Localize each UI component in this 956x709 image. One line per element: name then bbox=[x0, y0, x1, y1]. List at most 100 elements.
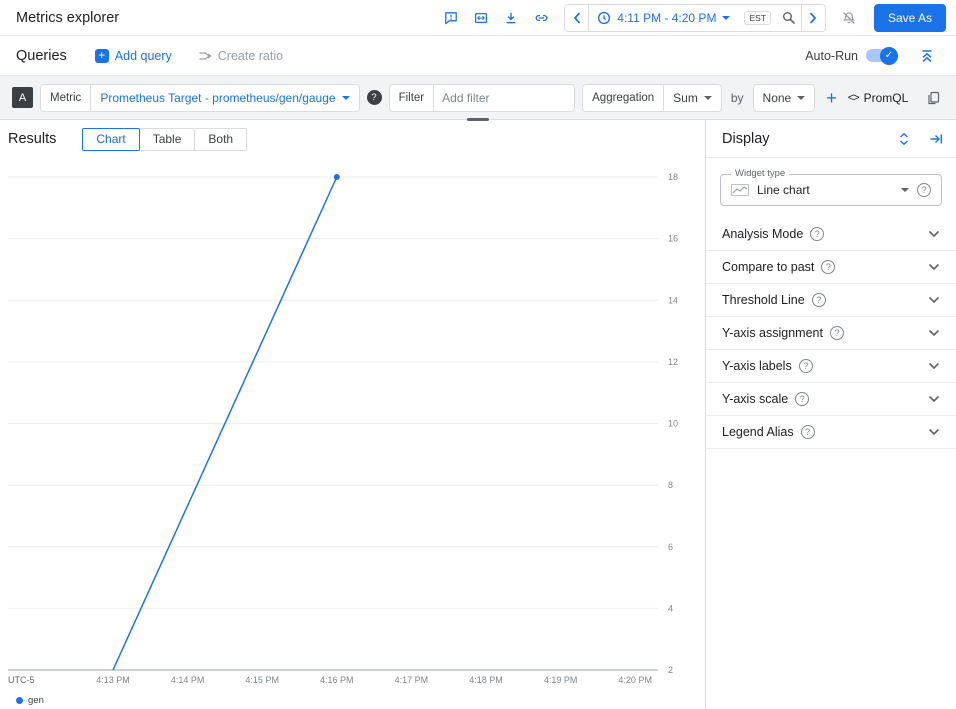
filter-input[interactable] bbox=[434, 85, 574, 111]
display-section-y-axis-labels[interactable]: Y-axis labels ? bbox=[706, 350, 956, 383]
svg-text:4:14 PM: 4:14 PM bbox=[171, 675, 205, 685]
query-letter-chip: A bbox=[12, 87, 33, 108]
svg-text:10: 10 bbox=[668, 419, 678, 429]
zoom-icon[interactable] bbox=[777, 5, 801, 31]
query-builder-row: A Metric Prometheus Target - prometheus/… bbox=[0, 76, 956, 120]
toggle-track: ✓ bbox=[866, 49, 896, 62]
line-chart[interactable]: 246810121416184:13 PM4:14 PM4:15 PM4:16 … bbox=[0, 158, 705, 691]
aggregation-dropdown[interactable]: Sum bbox=[664, 91, 721, 105]
link-icon[interactable] bbox=[528, 5, 554, 31]
time-range-control: 4:11 PM - 4:20 PM EST bbox=[564, 4, 826, 32]
svg-text:2: 2 bbox=[668, 665, 673, 675]
svg-text:4:16 PM: 4:16 PM bbox=[320, 675, 354, 685]
series-color-dot bbox=[16, 697, 23, 704]
time-back-button[interactable] bbox=[565, 5, 589, 31]
display-section-threshold-line[interactable]: Threshold Line ? bbox=[706, 284, 956, 317]
svg-text:16: 16 bbox=[668, 234, 678, 244]
caret-down-icon bbox=[342, 96, 350, 100]
help-icon[interactable]: ? bbox=[810, 227, 824, 241]
add-icon: + bbox=[95, 49, 109, 63]
help-icon[interactable]: ? bbox=[821, 260, 835, 274]
time-range-selector[interactable]: 4:11 PM - 4:20 PM bbox=[589, 11, 738, 25]
bell-off-icon[interactable] bbox=[836, 5, 862, 31]
download-icon[interactable] bbox=[498, 5, 524, 31]
auto-run-toggle[interactable]: Auto-Run ✓ bbox=[805, 49, 896, 63]
svg-text:4:20 PM: 4:20 PM bbox=[618, 675, 652, 685]
tab-chart[interactable]: Chart bbox=[82, 128, 139, 151]
line-chart-icon bbox=[731, 184, 749, 196]
help-icon[interactable]: ? bbox=[830, 326, 844, 340]
svg-text:UTC-5: UTC-5 bbox=[8, 675, 35, 685]
tab-table[interactable]: Table bbox=[139, 128, 196, 151]
chevron-down-icon bbox=[928, 230, 940, 238]
display-section-legend-alias[interactable]: Legend Alias ? bbox=[706, 416, 956, 449]
auto-run-label: Auto-Run bbox=[805, 49, 858, 63]
widget-type-help-icon[interactable]: ? bbox=[917, 183, 931, 197]
metric-selector: Metric Prometheus Target - prometheus/ge… bbox=[40, 84, 360, 112]
create-ratio-icon bbox=[198, 50, 212, 62]
by-label: by bbox=[729, 91, 746, 105]
create-ratio-button[interactable]: Create ratio bbox=[198, 49, 283, 63]
metric-label: Metric bbox=[41, 85, 91, 111]
results-area: Results Chart Table Both 246810121416184… bbox=[0, 120, 705, 709]
chart-legend-item[interactable]: gen bbox=[0, 691, 705, 709]
widget-type-label: Widget type bbox=[731, 168, 789, 179]
chevron-down-icon bbox=[928, 296, 940, 304]
toggle-knob: ✓ bbox=[880, 47, 898, 65]
results-view-tabs: Chart Table Both bbox=[82, 128, 247, 151]
group-by-control: None bbox=[753, 84, 816, 112]
feedback-icon[interactable] bbox=[438, 5, 464, 31]
metric-help-icon[interactable]: ? bbox=[367, 90, 382, 105]
display-section-analysis-mode[interactable]: Analysis Mode ? bbox=[706, 218, 956, 251]
svg-text:4:15 PM: 4:15 PM bbox=[245, 675, 279, 685]
display-section-compare-to-past[interactable]: Compare to past ? bbox=[706, 251, 956, 284]
help-icon[interactable]: ? bbox=[795, 392, 809, 406]
add-aggregation-button[interactable]: + bbox=[822, 89, 841, 107]
metric-dropdown[interactable]: Prometheus Target - prometheus/gen/gauge bbox=[91, 91, 358, 105]
help-icon[interactable]: ? bbox=[801, 425, 815, 439]
code-icon: <> bbox=[848, 92, 859, 104]
aggregation-label: Aggregation bbox=[583, 85, 664, 111]
results-title: Results bbox=[8, 131, 56, 147]
display-section-y-axis-scale[interactable]: Y-axis scale ? bbox=[706, 383, 956, 416]
unfold-sections-icon[interactable] bbox=[894, 129, 914, 149]
display-section-y-axis-assignment[interactable]: Y-axis assignment ? bbox=[706, 317, 956, 350]
svg-text:8: 8 bbox=[668, 480, 673, 490]
top-app-bar: Metrics explorer 4:11 PM - 4:20 PM bbox=[0, 0, 956, 36]
time-range-value: 4:11 PM - 4:20 PM bbox=[617, 11, 716, 25]
caret-down-icon bbox=[704, 96, 712, 100]
caret-down-icon bbox=[722, 16, 730, 20]
collapse-panel-icon[interactable] bbox=[926, 129, 946, 149]
svg-text:4:13 PM: 4:13 PM bbox=[96, 675, 130, 685]
svg-text:6: 6 bbox=[668, 542, 673, 552]
save-as-button[interactable]: Save As bbox=[874, 4, 946, 32]
caret-down-icon bbox=[901, 188, 909, 192]
promql-button[interactable]: <> PromQL bbox=[848, 91, 909, 105]
embed-chart-icon[interactable] bbox=[468, 5, 494, 31]
widget-type-value: Line chart bbox=[757, 183, 893, 197]
group-by-dropdown[interactable]: None bbox=[754, 91, 815, 105]
timezone-badge[interactable]: EST bbox=[744, 11, 771, 25]
aggregation-control: Aggregation Sum bbox=[582, 84, 722, 112]
add-query-button[interactable]: + Add query bbox=[95, 49, 172, 63]
display-panel: Display Widget type Line chart ? Analysi… bbox=[705, 120, 956, 709]
series-name: gen bbox=[28, 695, 44, 706]
chevron-down-icon bbox=[928, 395, 940, 403]
chevron-down-icon bbox=[928, 263, 940, 271]
caret-down-icon bbox=[797, 96, 805, 100]
svg-text:4:17 PM: 4:17 PM bbox=[395, 675, 429, 685]
queries-bar: Queries + Add query Create ratio Auto-Ru… bbox=[0, 36, 956, 76]
copy-icon[interactable] bbox=[920, 85, 946, 111]
panel-resize-handle[interactable] bbox=[467, 118, 489, 121]
collapse-up-icon[interactable] bbox=[914, 43, 940, 69]
queries-title: Queries bbox=[16, 48, 67, 64]
chevron-down-icon bbox=[928, 428, 940, 436]
svg-text:4: 4 bbox=[668, 603, 673, 613]
widget-type-select[interactable]: Widget type Line chart ? bbox=[720, 174, 942, 206]
clock-icon bbox=[597, 11, 611, 25]
help-icon[interactable]: ? bbox=[799, 359, 813, 373]
time-forward-button[interactable] bbox=[801, 5, 825, 31]
tab-both[interactable]: Both bbox=[194, 128, 247, 151]
help-icon[interactable]: ? bbox=[812, 293, 826, 307]
chevron-down-icon bbox=[928, 362, 940, 370]
